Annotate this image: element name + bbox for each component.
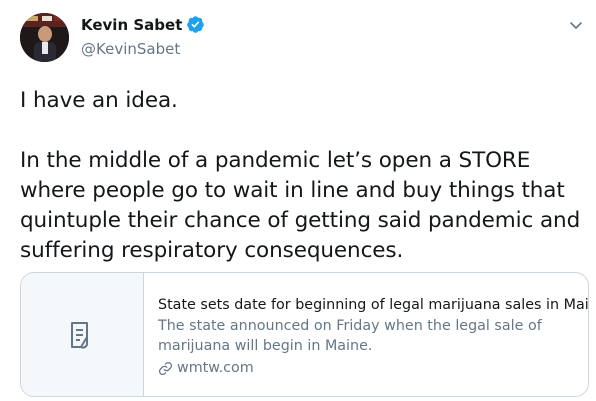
display-name[interactable]: Kevin Sabet: [81, 16, 182, 34]
card-domain: wmtw.com: [177, 360, 254, 376]
card-domain-row: wmtw.com: [158, 358, 588, 378]
card-thumbnail: [21, 273, 144, 396]
avatar-image: [20, 13, 69, 62]
card-description: The state announced on Friday when the l…: [158, 318, 542, 354]
link-icon: [158, 361, 173, 375]
verified-badge-icon: [187, 16, 205, 33]
avatar[interactable]: [20, 13, 69, 62]
author-name-row: Kevin Sabet: [81, 15, 205, 34]
document-icon: [71, 321, 89, 349]
tweet: Kevin Sabet @KevinSabet I have an idea. …: [0, 0, 596, 401]
author-handle[interactable]: @KevinSabet: [81, 40, 180, 58]
card-title: State sets date for beginning of legal m…: [158, 297, 589, 313]
card-body: State sets date for beginning of legal m…: [144, 273, 589, 396]
chevron-down-icon[interactable]: [569, 21, 583, 31]
tweet-text: I have an idea. In the middle of a pande…: [20, 88, 581, 263]
link-card[interactable]: State sets date for beginning of legal m…: [20, 272, 589, 397]
